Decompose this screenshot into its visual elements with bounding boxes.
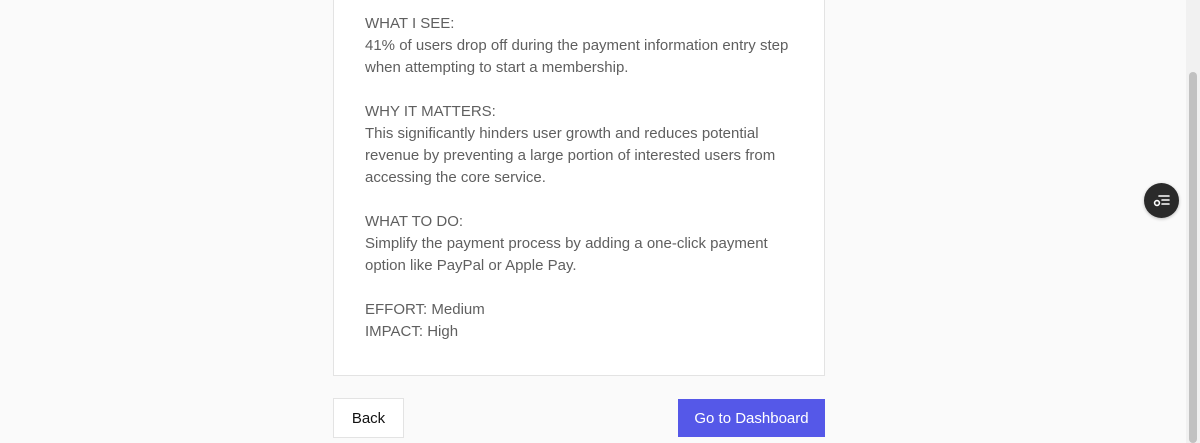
what-i-see-line-2: when attempting to start a membership. <box>365 59 629 76</box>
effort-label: EFFORT: Medium <box>365 301 485 318</box>
recommendation-text: WHAT I SEE: 41% of users drop off during… <box>365 13 805 343</box>
impact-label: IMPACT: High <box>365 323 459 340</box>
go-to-dashboard-button[interactable]: Go to Dashboard <box>678 399 825 437</box>
why-line-3: accessing the core service. <box>365 169 546 186</box>
why-line-1: This significantly hinders user growth a… <box>365 125 759 142</box>
what-i-see-line-1: 41% of users drop off during the payment… <box>365 37 789 54</box>
why-line-2: revenue by preventing a large portion of… <box>365 147 776 164</box>
why-heading: WHY IT MATTERS: <box>365 103 496 120</box>
todo-line-2: option like PayPal or Apple Pay. <box>365 257 577 274</box>
todo-heading: WHAT TO DO: <box>365 213 464 230</box>
what-i-see-heading: WHAT I SEE: <box>365 15 455 32</box>
scrollbar[interactable] <box>1186 0 1200 443</box>
todo-line-1: Simplify the payment process by adding a… <box>365 235 768 252</box>
floating-menu-button[interactable] <box>1144 183 1179 218</box>
recommendation-card: WHAT I SEE: 41% of users drop off during… <box>333 0 825 376</box>
back-button[interactable]: Back <box>333 398 404 438</box>
scrollbar-thumb[interactable] <box>1189 72 1197 443</box>
page: WHAT I SEE: 41% of users drop off during… <box>0 0 1200 443</box>
list-settings-icon <box>1153 194 1170 206</box>
